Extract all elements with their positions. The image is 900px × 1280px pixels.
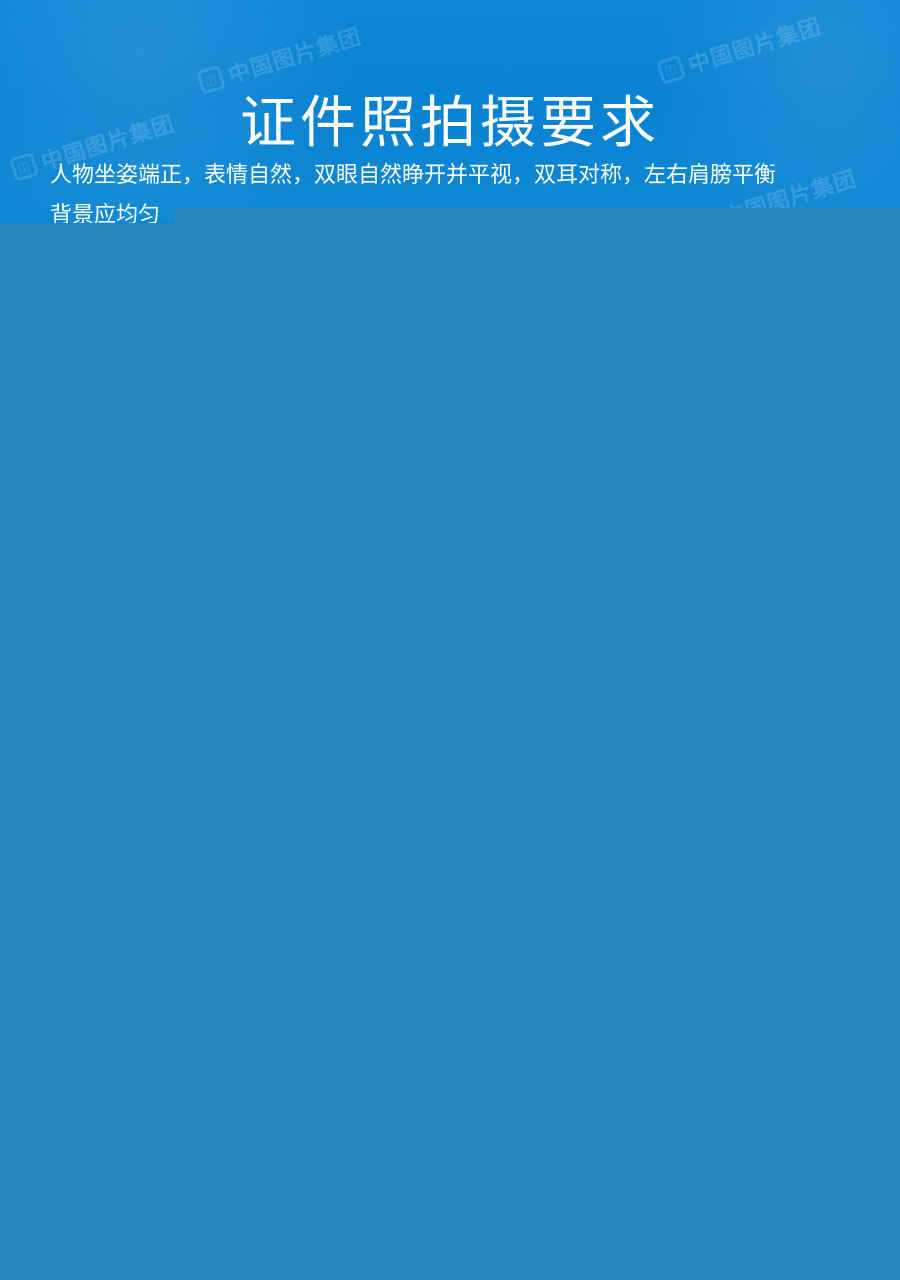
- page-title: 证件照拍摄要求: [240, 90, 660, 156]
- blank-content-panel: [0, 224, 900, 1280]
- id-photo-requirements-page: ◫ 中国图片集团 ◫ 中国图片集团 ◫ 中国图片集团 ◫ 中国图片集团 证件照拍…: [0, 0, 900, 1280]
- requirements-header: ◫ 中国图片集团 ◫ 中国图片集团 ◫ 中国图片集团 ◫ 中国图片集团 证件照拍…: [0, 0, 900, 224]
- requirement-line-1: 人物坐姿端正，表情自然，双眼自然睁开并平视，双耳对称，左右肩膀平衡: [50, 163, 777, 188]
